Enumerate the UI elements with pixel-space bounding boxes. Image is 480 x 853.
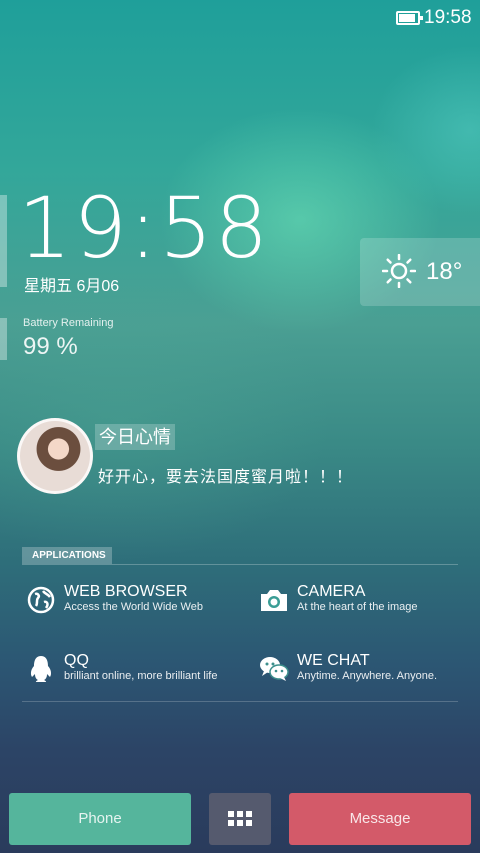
battery-value: 99 %	[23, 333, 78, 360]
grid-menu-icon	[228, 811, 252, 827]
app-name: WE CHAT	[297, 652, 370, 669]
status-time: 19:58	[424, 7, 472, 28]
app-drawer-button[interactable]	[209, 793, 271, 845]
app-camera[interactable]: CAMERA At the heart of the image	[259, 583, 459, 617]
clock-accent-bar	[0, 195, 7, 287]
camera-icon	[261, 590, 287, 611]
avatar[interactable]	[17, 418, 93, 494]
app-name: WEB BROWSER	[64, 583, 188, 600]
status-bar: 19:58	[0, 0, 480, 36]
weather-temperature: 18°	[426, 258, 463, 285]
battery-accent-bar	[0, 318, 7, 360]
app-description: At the heart of the image	[297, 601, 418, 613]
mood-text: 好开心，要去法国度蜜月啦！！！	[98, 469, 354, 486]
app-name: QQ	[64, 652, 89, 669]
app-description: brilliant online, more brilliant life	[64, 670, 218, 682]
weather-widget[interactable]: 18°	[360, 238, 480, 306]
clock-time[interactable]: 19:58	[18, 180, 270, 276]
app-name: CAMERA	[297, 583, 366, 600]
message-button[interactable]: Message	[289, 793, 471, 845]
phone-button[interactable]: Phone	[9, 793, 191, 845]
penguin-icon	[30, 656, 52, 682]
app-description: Access the World Wide Web	[64, 601, 203, 613]
divider	[22, 701, 458, 702]
mood-title: 今日心情	[95, 424, 175, 450]
clock-date: 星期五 6月06	[24, 278, 120, 295]
app-wechat[interactable]: WE CHAT Anytime. Anywhere. Anyone.	[259, 652, 459, 686]
app-web-browser[interactable]: WEB BROWSER Access the World Wide Web	[26, 583, 226, 617]
battery-icon	[396, 11, 423, 25]
globe-icon	[27, 586, 55, 614]
chat-bubbles-icon	[260, 657, 289, 681]
applications-header: APPLICATIONS	[22, 547, 112, 564]
battery-label: Battery Remaining	[23, 317, 114, 329]
app-qq[interactable]: QQ brilliant online, more brilliant life	[26, 652, 226, 686]
sun-icon	[382, 254, 416, 288]
divider	[22, 564, 458, 565]
app-description: Anytime. Anywhere. Anyone.	[297, 670, 438, 682]
